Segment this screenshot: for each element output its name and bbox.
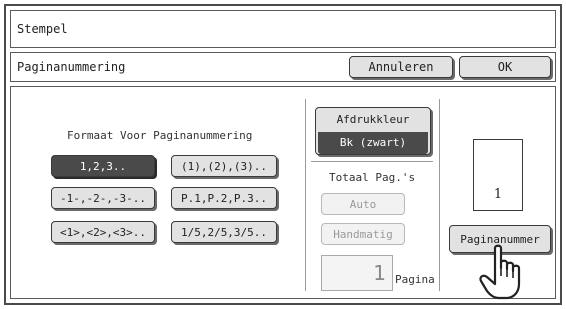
format-option-3[interactable]: -1-,-2-,-3-.. bbox=[51, 187, 155, 209]
print-color-label: Afdrukkleur bbox=[336, 113, 410, 126]
format-option-4[interactable]: P.1,P.2,P.3.. bbox=[171, 187, 277, 209]
header-bar: Paginanummering Annuleren OK bbox=[10, 52, 556, 82]
divider-right bbox=[439, 99, 440, 291]
cancel-button[interactable]: Annuleren bbox=[349, 56, 453, 78]
dialog-frame: Stempel Paginanummering Annuleren OK For… bbox=[4, 4, 562, 305]
divider-middle bbox=[311, 161, 433, 162]
page-unit-label: Pagina bbox=[395, 273, 435, 286]
format-option-6[interactable]: 1/5,2/5,3/5.. bbox=[171, 221, 277, 243]
page-title: Paginanummering bbox=[17, 60, 126, 74]
format-option-1[interactable]: 1,2,3.. bbox=[51, 155, 155, 177]
page-preview: 1 bbox=[473, 139, 523, 211]
format-option-5[interactable]: <1>,<2>,<3>.. bbox=[51, 221, 155, 243]
auto-button[interactable]: Auto bbox=[321, 193, 405, 215]
divider-left bbox=[305, 99, 306, 291]
settings-panel: Formaat Voor Paginanummering 1,2,3.. (1)… bbox=[10, 86, 556, 299]
print-color-button[interactable]: Afdrukkleur Bk (zwart) bbox=[315, 107, 431, 155]
print-color-value: Bk (zwart) bbox=[318, 132, 428, 154]
preview-page-number: 1 bbox=[493, 187, 503, 202]
format-heading: Formaat Voor Paginanummering bbox=[67, 129, 253, 142]
format-option-2[interactable]: (1),(2),(3).. bbox=[171, 155, 277, 177]
total-pages-label: Totaal Pag.'s bbox=[329, 171, 416, 184]
ok-button[interactable]: OK bbox=[459, 56, 551, 78]
hand-pointer-icon bbox=[479, 244, 521, 300]
manual-button[interactable]: Handmatig bbox=[321, 223, 405, 245]
total-pages-input[interactable]: 1 bbox=[321, 255, 393, 291]
window-title: Stempel bbox=[10, 10, 556, 48]
